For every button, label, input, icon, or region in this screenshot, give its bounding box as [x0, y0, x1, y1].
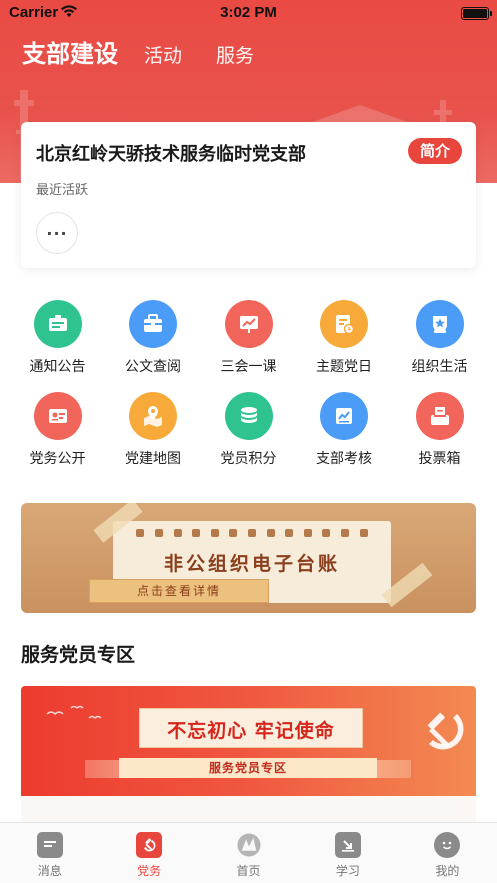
- message-icon: [36, 832, 63, 858]
- map-pin-icon: [129, 392, 177, 440]
- grid-item-three-meetings[interactable]: 三会一课: [201, 300, 296, 392]
- tab-label: 党务: [137, 864, 162, 878]
- clock-label: 3:02 PM: [220, 4, 277, 21]
- more-members-button[interactable]: ···: [36, 212, 78, 254]
- branch-name: 北京红岭天骄技术服务临时党支部: [36, 144, 306, 165]
- battery-icon: [461, 7, 492, 20]
- function-grid: 通知公告 公文查阅 三会一课 主题党日 组织生活 党务公开 党建地图 党员积分 …: [10, 300, 487, 484]
- tab-label: 学习: [335, 864, 360, 878]
- banner-subtitle: 服务党员专区: [119, 758, 377, 778]
- hammer-sickle-icon: [427, 712, 464, 750]
- grid-item-member-points[interactable]: 党员积分: [201, 392, 296, 484]
- tab-branch-building[interactable]: 支部建设: [22, 34, 118, 69]
- grid-row: 通知公告 公文查阅 三会一课 主题党日 组织生活: [10, 300, 487, 392]
- grid-item-documents[interactable]: 公文查阅: [106, 300, 201, 392]
- branch-card: 北京红岭天骄技术服务临时党支部 简介 最近活跃 ···: [21, 122, 476, 268]
- electronic-ledger-banner[interactable]: 非公组织电子台账 点击查看详情: [21, 503, 476, 613]
- tab-home[interactable]: 首页: [199, 823, 298, 883]
- profile-icon: [434, 832, 461, 858]
- grid-item-branch-assessment[interactable]: 支部考核: [297, 392, 392, 484]
- slogan-box: 不忘初心 牢记使命: [139, 708, 363, 748]
- recent-active-label: 最近活跃: [36, 183, 89, 198]
- grid-item-label: 公文查阅: [125, 359, 181, 375]
- tab-party-affairs[interactable]: 党务: [99, 823, 198, 883]
- grid-item-label: 党建地图: [125, 451, 181, 467]
- grid-item-theme-day[interactable]: 主题党日: [297, 300, 392, 392]
- home-logo-icon: [236, 832, 262, 858]
- star-badge-icon: [415, 300, 464, 348]
- party-emblem-icon: [136, 832, 163, 858]
- service-members-banner[interactable]: 不忘初心 牢记使命 服务党员专区: [21, 686, 476, 796]
- grid-item-affairs-public[interactable]: 党务公开: [10, 392, 105, 484]
- view-details-button[interactable]: 点击查看详情: [89, 579, 269, 603]
- document-clock-icon: [320, 300, 368, 348]
- study-icon: [334, 832, 361, 858]
- ledger-title: 非公组织电子台账: [163, 553, 340, 575]
- tab-activities[interactable]: 活动: [144, 41, 182, 68]
- grid-item-label: 支部考核: [316, 451, 372, 467]
- grid-item-party-map[interactable]: 党建地图: [106, 392, 201, 484]
- birds-decoration: [46, 705, 102, 719]
- ballot-box-icon: [415, 392, 464, 440]
- grid-item-ballot-box[interactable]: 投票箱: [392, 392, 487, 484]
- grid-item-notice[interactable]: 通知公告: [10, 300, 105, 392]
- tab-label: 消息: [37, 864, 62, 878]
- tab-messages[interactable]: 消息: [0, 823, 99, 883]
- grid-item-label: 通知公告: [29, 359, 86, 375]
- header-tabs: 支部建设 活动 服务: [22, 34, 288, 69]
- tab-services[interactable]: 服务: [216, 41, 254, 68]
- service-section-title: 服务党员专区: [21, 644, 136, 666]
- tab-study[interactable]: 学习: [298, 823, 397, 883]
- notice-board-icon: [33, 300, 82, 348]
- intro-button[interactable]: 简介: [408, 138, 462, 164]
- grid-item-label: 投票箱: [418, 451, 461, 467]
- grid-item-label: 组织生活: [411, 359, 468, 375]
- status-bar: Carrier 3:02 PM: [0, 0, 497, 26]
- grid-item-label: 党务公开: [29, 451, 86, 467]
- grid-item-label: 三会一课: [220, 359, 277, 375]
- tab-label: 首页: [236, 864, 261, 878]
- grid-item-org-life[interactable]: 组织生活: [392, 300, 487, 392]
- grid-item-label: 党员积分: [220, 451, 277, 467]
- grid-item-label: 主题党日: [316, 359, 372, 375]
- banner-slogan: 不忘初心 牢记使命: [167, 720, 335, 742]
- id-card-icon: [33, 392, 82, 440]
- binder-holes: [113, 529, 391, 537]
- briefcase-icon: [129, 300, 177, 348]
- presentation-icon: [224, 300, 273, 348]
- tab-label: 我的: [435, 864, 460, 878]
- bottom-tab-bar: 消息 党务 首页 学习 我的: [0, 822, 497, 883]
- tab-mine[interactable]: 我的: [398, 823, 497, 883]
- coin-stack-icon: [224, 392, 273, 440]
- grid-row: 党务公开 党建地图 党员积分 支部考核 投票箱: [10, 392, 487, 484]
- chart-board-icon: [320, 392, 368, 440]
